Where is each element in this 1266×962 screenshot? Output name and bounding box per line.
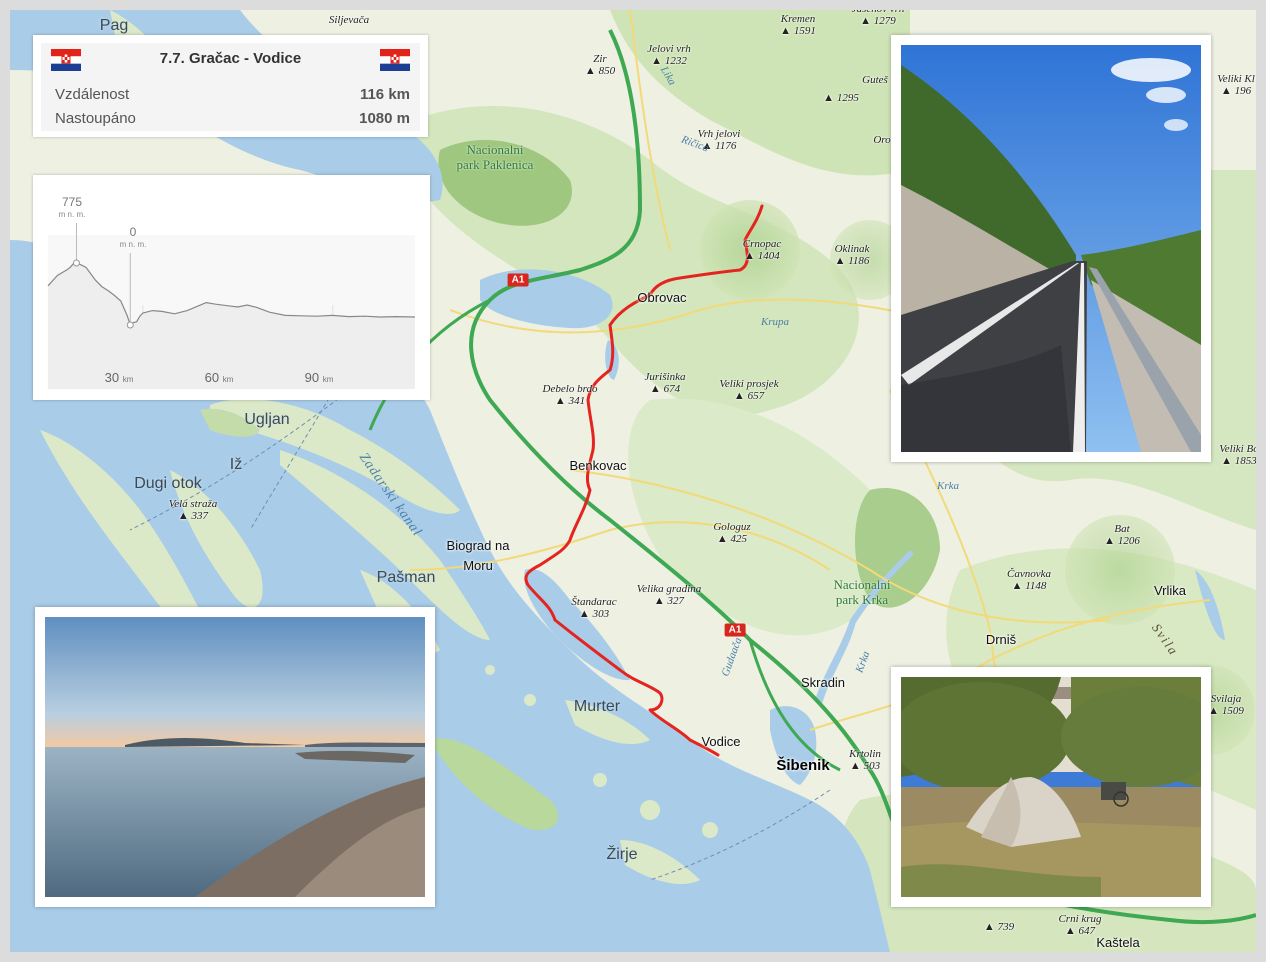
elevation-chart — [47, 223, 416, 389]
croatia-flag-icon — [380, 49, 410, 71]
climb-row: Nastoupáno 1080 m — [55, 110, 410, 127]
distance-value: 116 km — [359, 86, 410, 103]
trip-info-panel: 7.7. Gračac - Vodice Vzdálenost 116 km N… — [41, 43, 420, 131]
km-tick-60: 60 km — [204, 370, 234, 385]
km-tick-90: 90 km — [304, 370, 334, 385]
climb-label: Nastoupáno — [55, 110, 136, 127]
min-elevation-point — [126, 321, 134, 329]
max-elevation-point — [72, 259, 80, 267]
road-photo-image — [901, 45, 1201, 452]
road-photo[interactable] — [891, 35, 1211, 462]
km-tick-30: 30 km — [104, 370, 134, 385]
climb-value: 1080 m — [359, 110, 410, 127]
sea-shore-photo-image — [45, 617, 425, 897]
sea-shore-photo[interactable] — [35, 607, 435, 907]
map-frame: Obrovac Benkovac Biograd na Moru Vodice Šiben… — [0, 0, 1266, 962]
distance-label: Vzdálenost — [55, 86, 130, 103]
elevation-profile[interactable]: 775 m n. m. 0m n. m. 30 km 60 km 90 km — [33, 175, 430, 400]
motorway-shield: A1 — [724, 623, 746, 637]
distance-row: Vzdálenost 116 km — [55, 86, 410, 103]
max-elevation-label: 775 m n. m. — [58, 195, 86, 219]
trip-title: 7.7. Gračac - Vodice — [159, 50, 302, 67]
tent-camp-photo-image — [901, 677, 1201, 897]
trip-info-box: 7.7. Gračac - Vodice Vzdálenost 116 km N… — [33, 35, 428, 137]
motorway-shield: A1 — [507, 273, 529, 287]
min-elevation-label: 0m n. m. — [119, 225, 147, 249]
tent-camp-photo[interactable] — [891, 667, 1211, 907]
